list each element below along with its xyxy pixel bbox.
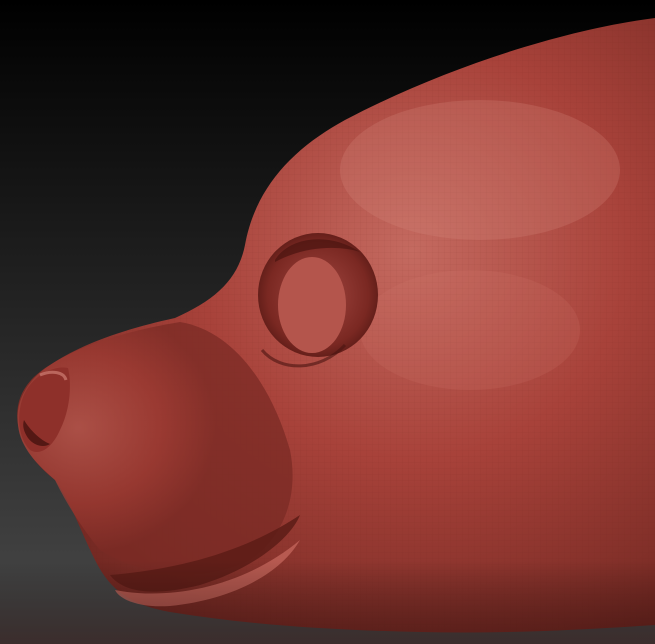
eyelid (278, 257, 346, 353)
forehead-highlight (340, 100, 620, 240)
sculpt-viewport[interactable] (0, 0, 655, 644)
cheek-highlight (360, 270, 580, 390)
viewport-canvas[interactable] (0, 0, 655, 644)
jaw-shadow (0, 560, 655, 644)
